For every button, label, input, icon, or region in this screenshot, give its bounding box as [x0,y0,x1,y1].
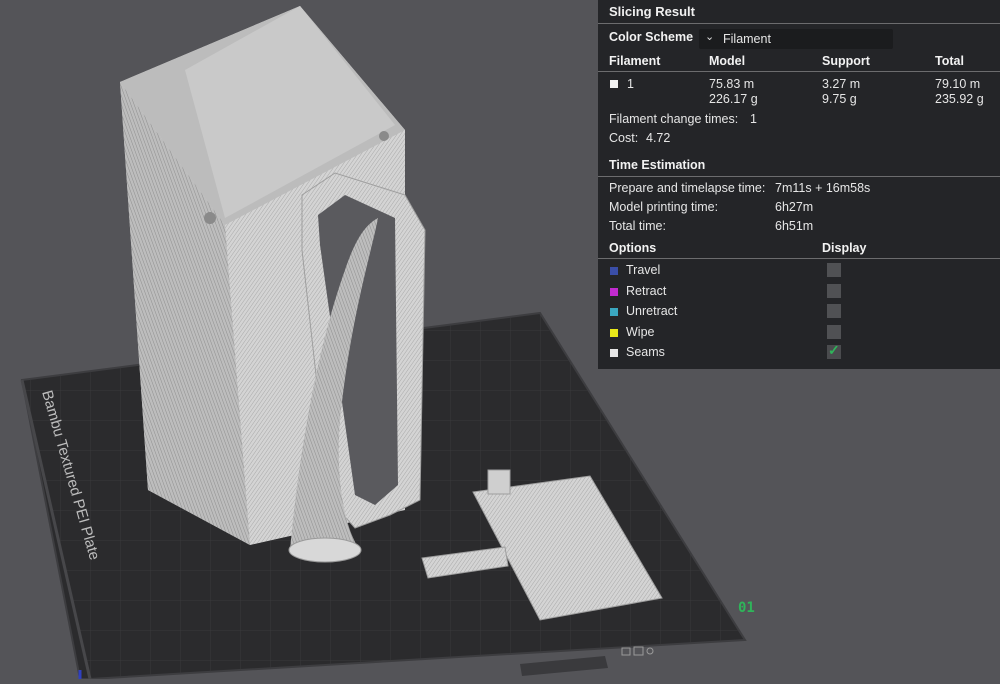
col-header-support: Support [822,54,870,68]
divider [598,71,1000,72]
divider [598,258,1000,259]
model-length: 75.83 m [709,77,755,91]
col-header-filament: Filament [609,54,661,68]
color-scheme-label: Color Scheme [609,30,694,44]
unretract-color-swatch [610,308,618,316]
plate-number-label: 01 [738,600,755,616]
support-weight: 9.75 g [822,92,857,106]
panel-title: Slicing Result [609,4,695,19]
travel-color-swatch [610,267,618,275]
slicing-result-panel: Slicing Result Color Scheme ⌄ Filament F… [598,0,1000,369]
filament-change-value: 1 [750,112,757,126]
option-travel-label: Travel [626,263,661,277]
model-weight: 226.17 g [709,92,758,106]
option-retract-checkbox[interactable] [827,284,841,298]
total-length: 79.10 m [935,77,981,91]
total-time-label: Total time: [609,219,666,233]
option-wipe-label: Wipe [626,325,655,339]
checkmark-icon: ✓ [828,342,840,358]
cost-label: Cost: [609,131,639,145]
wipe-color-swatch [610,329,618,337]
col-header-model: Model [709,54,746,68]
filament-index: 1 [627,77,634,91]
time-estimation-heading: Time Estimation [609,158,706,172]
retract-color-swatch [610,288,618,296]
filament-color-swatch [610,80,618,88]
option-travel-checkbox[interactable] [827,263,841,277]
model-time-value: 6h27m [775,200,814,214]
chevron-down-icon: ⌄ [705,31,715,43]
col-header-total: Total [935,54,964,68]
option-unretract-checkbox[interactable] [827,304,841,318]
seams-color-swatch [610,349,618,357]
display-heading: Display [822,241,867,255]
support-length: 3.27 m [822,77,861,91]
divider [598,176,1000,177]
total-time-value: 6h51m [775,219,814,233]
cost-value: 4.72 [646,131,671,145]
option-seams-checkbox[interactable]: ✓ [827,342,841,359]
color-scheme-select[interactable]: ⌄ Filament [699,29,893,49]
prepare-time-label: Prepare and timelapse time: [609,181,766,195]
total-weight: 235.92 g [935,92,984,106]
options-heading: Options [609,241,657,255]
option-retract-label: Retract [626,284,667,298]
model-time-label: Model printing time: [609,200,719,214]
option-unretract-label: Unretract [626,304,678,318]
divider [598,23,1000,24]
filament-change-label: Filament change times: [609,112,739,126]
prepare-time-value: 7m11s + 16m58s [775,181,871,195]
option-wipe-checkbox[interactable] [827,325,841,339]
color-scheme-value: Filament [723,32,771,46]
option-seams-label: Seams [626,345,665,359]
